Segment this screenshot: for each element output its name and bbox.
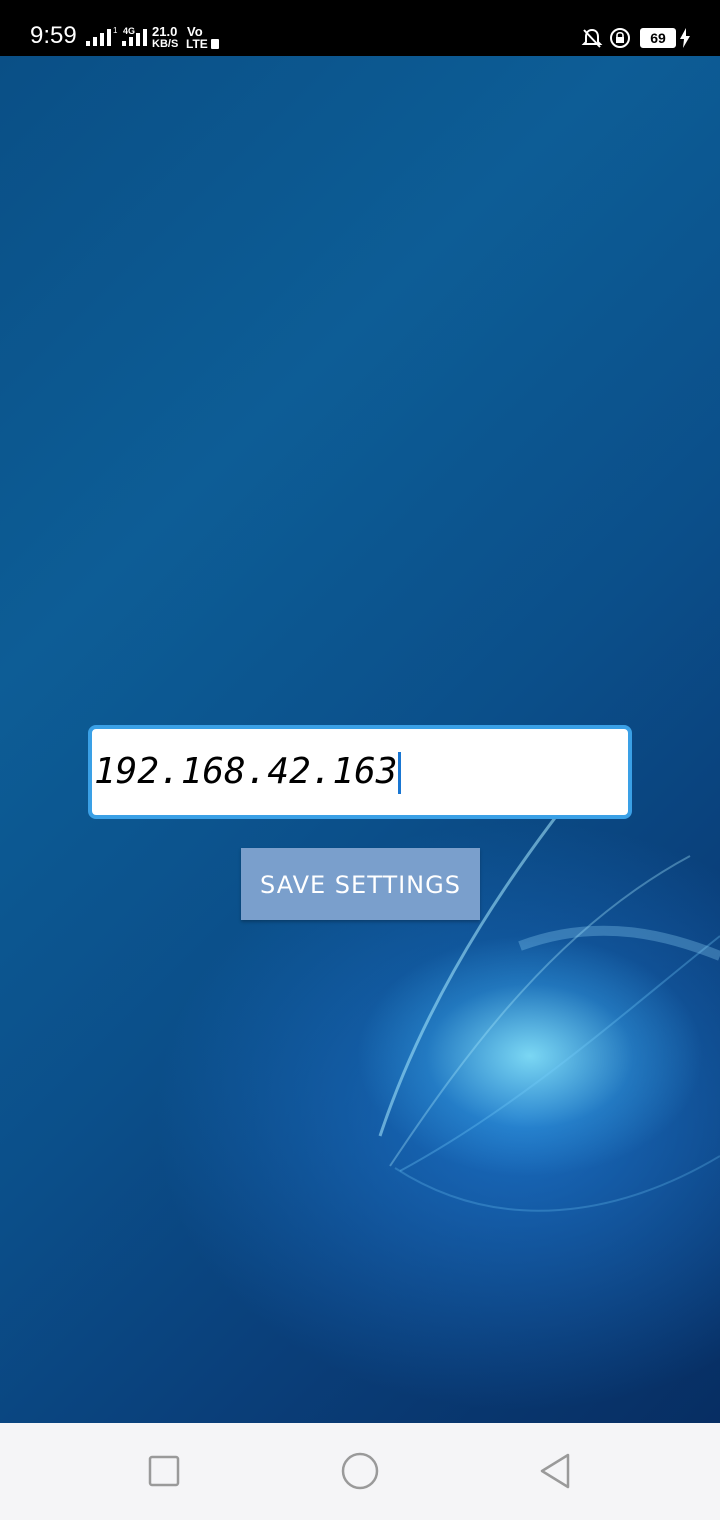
save-settings-button[interactable]: SAVE SETTINGS	[241, 848, 480, 920]
net-speed-unit: KB/S	[152, 38, 179, 50]
svg-text:1: 1	[113, 26, 118, 35]
home-circle-icon[interactable]	[340, 1451, 380, 1491]
volte-bottom-label: LTE	[186, 37, 208, 51]
battery-icon: 69	[640, 28, 676, 48]
charging-bolt-icon	[680, 28, 690, 48]
wallpaper-background: 192.168.42.163 SAVE SETTINGS	[0, 56, 720, 1423]
bell-muted-icon	[581, 28, 603, 48]
net-speed-value: 21.0	[152, 24, 178, 39]
text-cursor	[398, 752, 402, 794]
ip-address-value: 192.168.42.163	[94, 751, 398, 792]
signal-icon: 1	[86, 26, 118, 46]
status-time: 9:59	[30, 22, 77, 49]
navigation-bar	[0, 1423, 720, 1520]
rotation-lock-icon	[610, 28, 630, 48]
status-bar: 9:59 1 4G 21.0 KB/S Vo LTE 69	[0, 0, 720, 56]
recents-square-icon[interactable]	[144, 1451, 184, 1491]
back-triangle-icon[interactable]	[536, 1451, 576, 1491]
ip-address-input[interactable]: 192.168.42.163	[88, 725, 632, 819]
sim-icon	[211, 39, 219, 49]
signal-icon-2	[122, 29, 147, 46]
